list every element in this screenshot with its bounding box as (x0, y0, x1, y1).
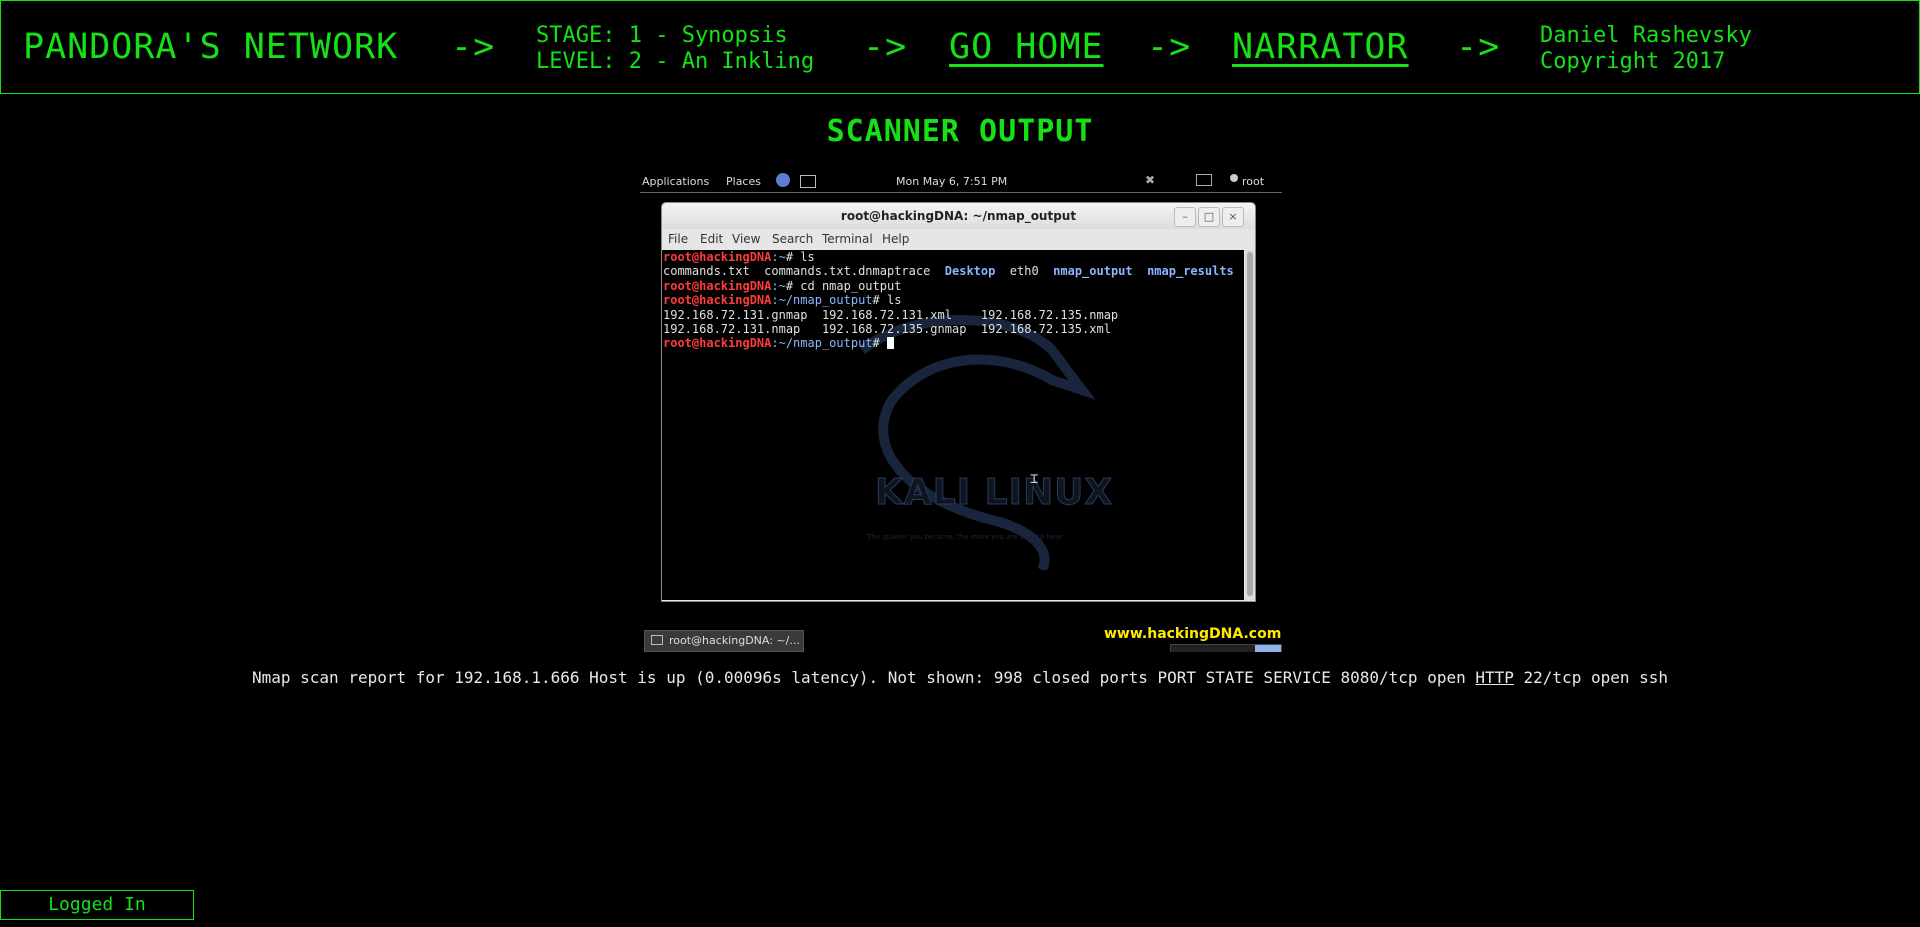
nav-arrow: -> (1456, 27, 1501, 67)
menu-view: View (732, 232, 761, 246)
menu-search: Search (772, 232, 814, 246)
nav-arrow: -> (863, 27, 908, 67)
terminal-line: root@hackingDNA:~# ls (663, 250, 815, 264)
author-info: Daniel Rashevsky Copyright 2017 (1540, 23, 1752, 75)
kali-tagline: The quieter you become, the more you are… (867, 533, 1063, 541)
top-nav-bar: PANDORA'S NETWORK -> STAGE: 1 - Synopsis… (0, 0, 1920, 94)
terminal-window: root@hackingDNA: ~/nmap_output – □ × Fil… (661, 202, 1256, 602)
scan-report: Nmap scan report for 192.168.1.666 Host … (251, 668, 1669, 687)
level-text: LEVEL: 2 - An Inkling (536, 49, 815, 74)
applications-menu: Applications (642, 175, 710, 188)
browser-icon (776, 173, 790, 187)
kali-watermark: KALI LINUX (874, 472, 1114, 513)
menu-terminal: Terminal (822, 232, 873, 246)
maximize-icon: □ (1198, 207, 1220, 227)
watermark-url: www.hackingDNA.com (1104, 626, 1282, 642)
terminal-line: root@hackingDNA:~/nmap_output# ls (663, 293, 902, 308)
minimize-icon: – (1174, 207, 1196, 227)
terminal-icon (651, 635, 663, 645)
terminal-scrollbar (1245, 250, 1255, 600)
i-beam-cursor-icon: ⌶ (1030, 471, 1039, 487)
menu-help: Help (882, 232, 910, 246)
terminal-icon (800, 175, 816, 188)
stage-level-info: STAGE: 1 - Synopsis LEVEL: 2 - An Inklin… (536, 23, 814, 75)
terminal-line: 192.168.72.131.gnmap 192.168.72.131.xml … (663, 307, 1119, 322)
gnome-top-panel: Applications Places Mon May 6, 7:51 PM ✖… (640, 172, 1282, 193)
stage-text: STAGE: 1 - Synopsis (536, 23, 788, 48)
nav-arrow: -> (1147, 27, 1192, 67)
network-icon (1196, 174, 1212, 186)
page-title: SCANNER OUTPUT (826, 114, 1094, 149)
close-icon: × (1222, 207, 1244, 227)
terminal-output: KALI LINUX The quieter you become, the m… (662, 250, 1244, 600)
menu-edit: Edit (700, 232, 724, 246)
go-home-link[interactable]: GO HOME (949, 27, 1104, 67)
clock: Mon May 6, 7:51 PM (896, 175, 1008, 188)
terminal-line: root@hackingDNA:~# cd nmap_output (663, 278, 902, 293)
terminal-menubar: File Edit View Search Terminal Help (662, 229, 1255, 249)
places-menu: Places (726, 175, 761, 188)
terminal-line: 192.168.72.131.nmap 192.168.72.135.gnmap… (663, 322, 1111, 336)
author-name: Daniel Rashevsky (1540, 23, 1752, 48)
site-title: PANDORA'S NETWORK (23, 27, 399, 67)
gnome-bottom-panel: root@hackingDNA: ~/... www.hackingDNA.co… (640, 622, 1282, 652)
scanner-screenshot: Applications Places Mon May 6, 7:51 PM ✖… (640, 172, 1282, 652)
volume-muted-icon: ✖ (1145, 173, 1156, 187)
terminal-line: commands.txt commands.txt.dnmaptrace Des… (663, 264, 1234, 279)
terminal-line: root@hackingDNA:~/nmap_output# (663, 336, 894, 350)
taskbar-item: root@hackingDNA: ~/... (644, 630, 804, 652)
copyright-text: Copyright 2017 (1540, 49, 1726, 74)
nav-arrow: -> (451, 27, 496, 67)
user-icon (1230, 174, 1238, 182)
narrator-link[interactable]: NARRATOR (1232, 27, 1409, 67)
workspace-switcher (1170, 644, 1282, 652)
logged-in-status: Logged In (0, 890, 194, 920)
window-title: root@hackingDNA: ~/nmap_output (662, 203, 1255, 229)
user-name: root (1242, 175, 1265, 188)
text-cursor (886, 337, 894, 350)
http-link[interactable]: HTTP (1475, 668, 1514, 687)
menu-file: File (668, 232, 689, 246)
